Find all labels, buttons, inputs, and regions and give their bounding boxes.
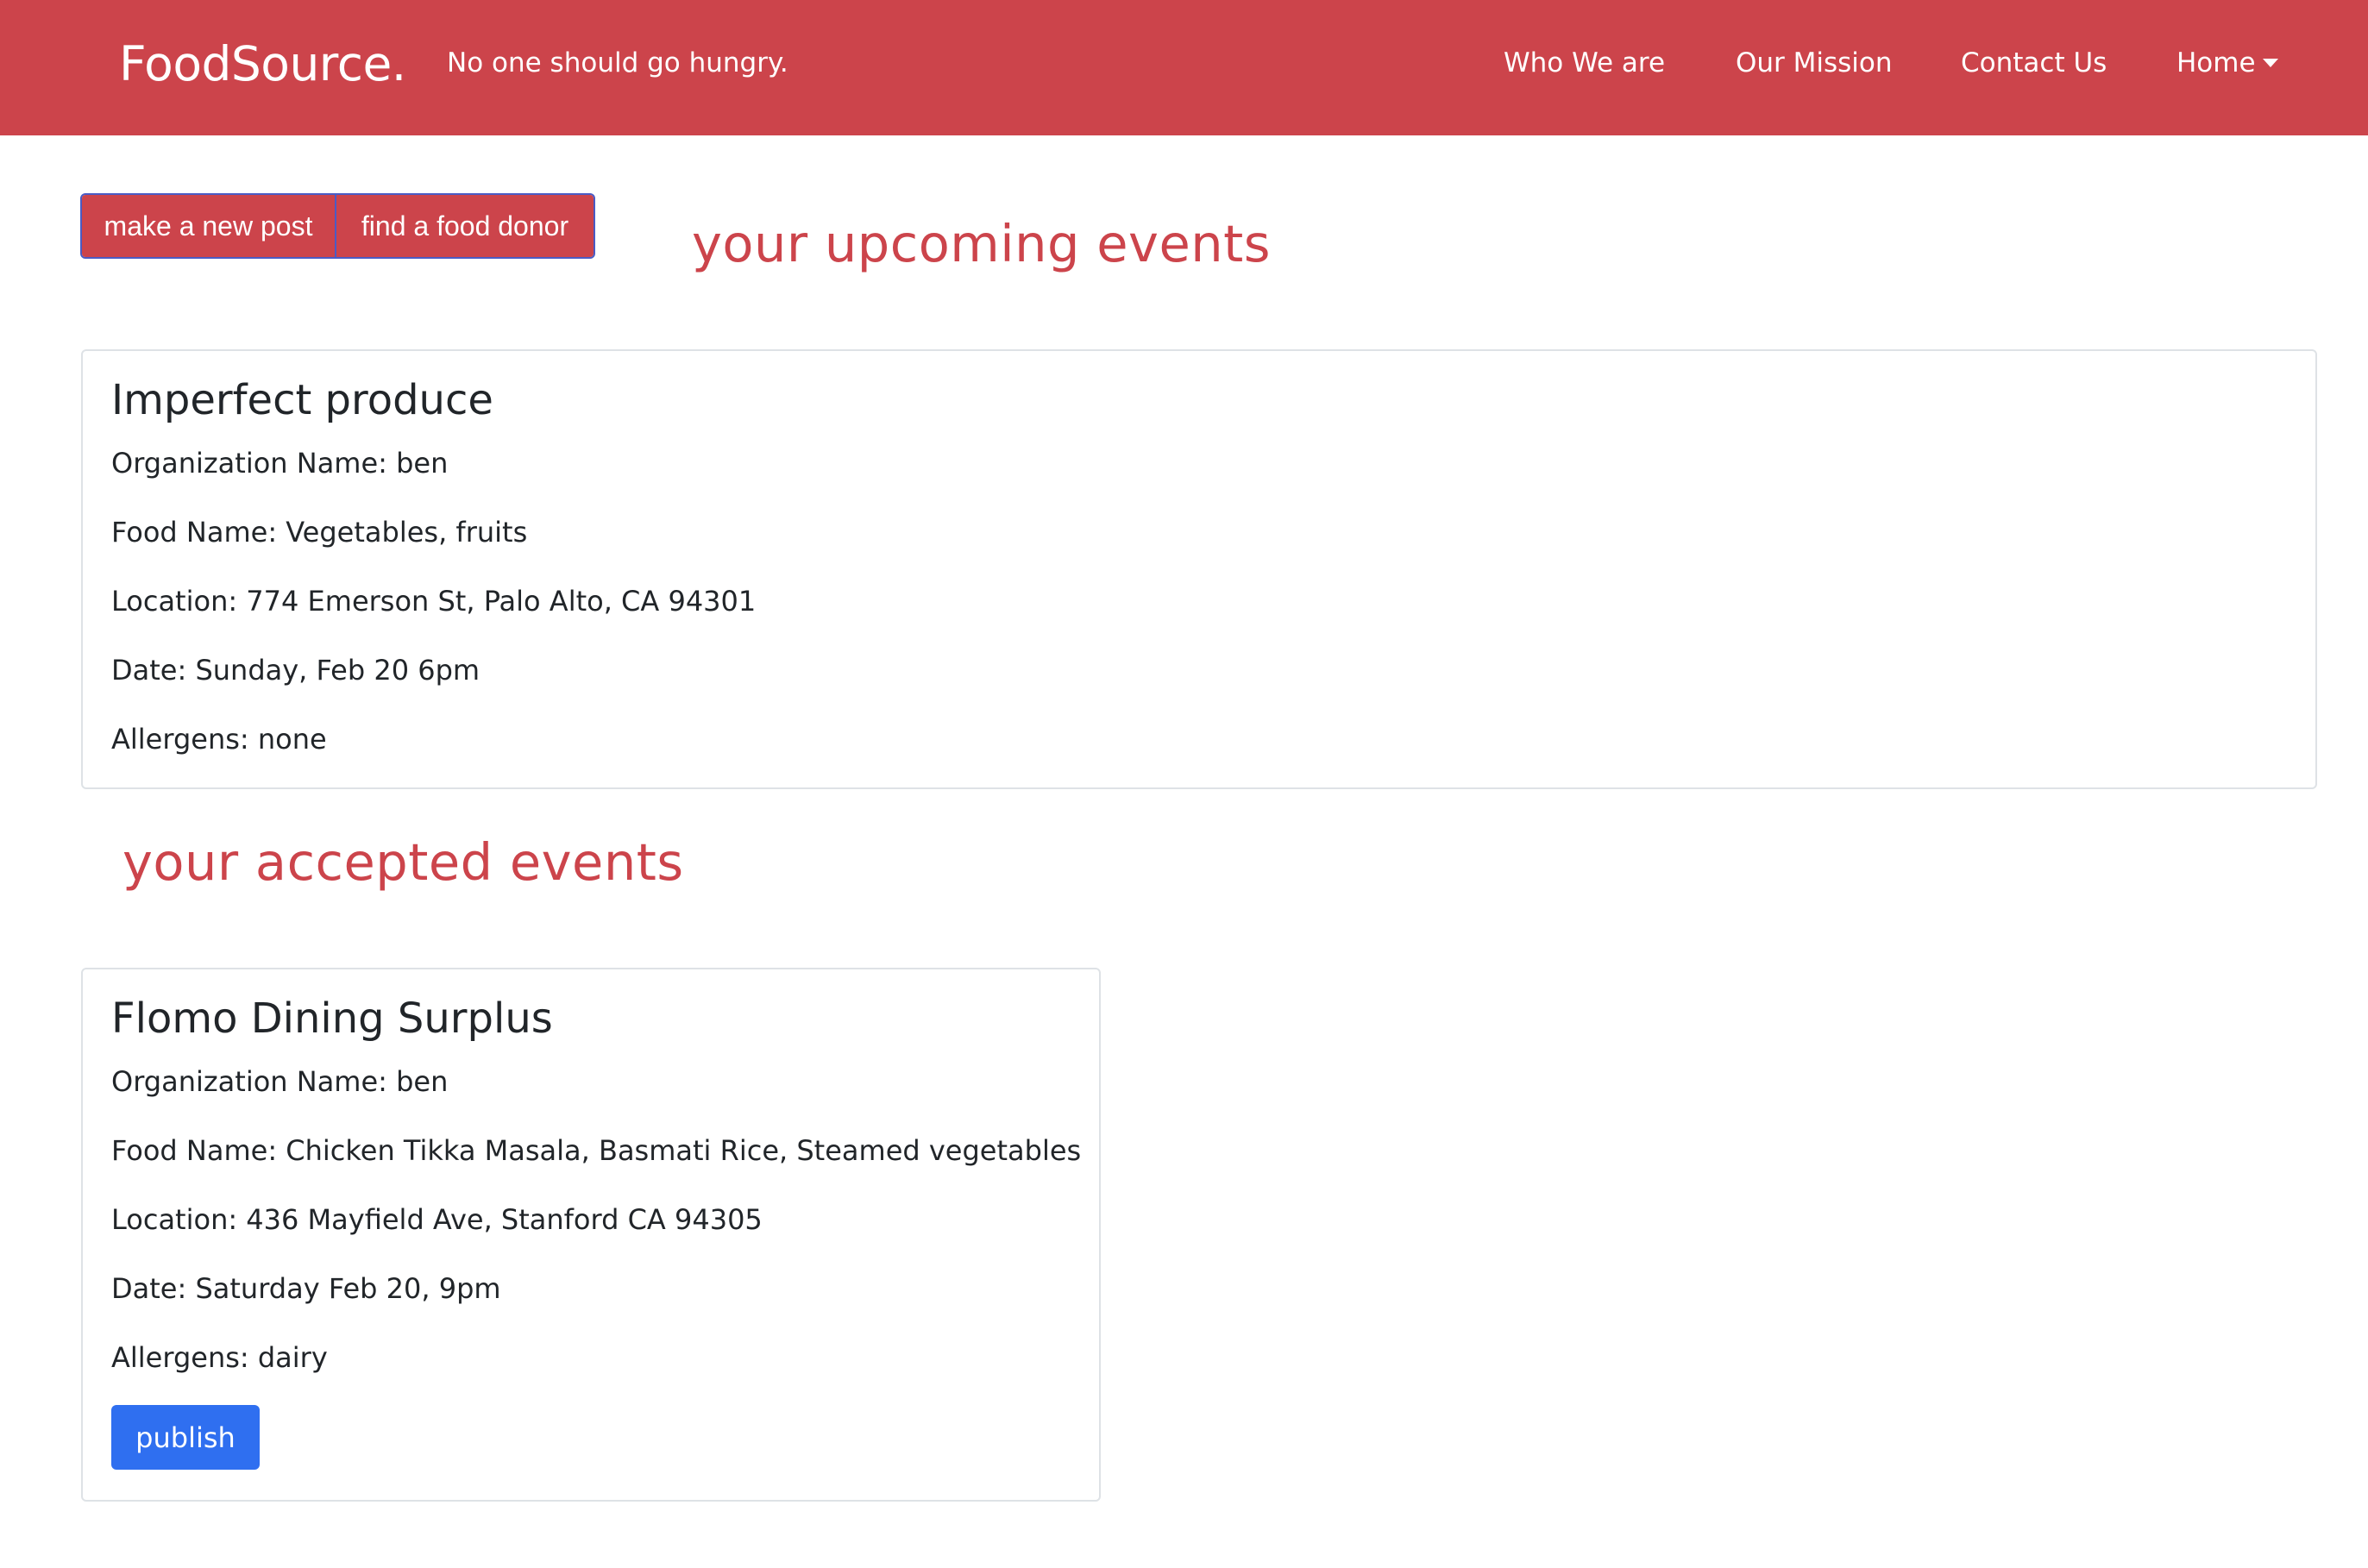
event-date: Date: Saturday Feb 20, 9pm [111,1272,501,1305]
nav-link-who-we-are[interactable]: Who We are [1504,46,1665,80]
upcoming-event-card: Imperfect produce Organization Name: ben… [81,349,2317,789]
event-allergens: Allergens: none [111,723,327,756]
caret-down-icon [2262,59,2278,67]
make-new-post-button[interactable]: make a new post [82,195,336,257]
publish-button[interactable]: publish [111,1405,260,1470]
event-date: Date: Sunday, Feb 20 6pm [111,654,481,687]
event-title: Flomo Dining Surplus [111,994,553,1043]
event-location: Location: 436 Mayfield Ave, Stanford CA … [111,1203,763,1236]
nav-dropdown-home-label: Home [2176,47,2256,78]
brand-logo[interactable]: FoodSource. [119,34,406,93]
event-organization: Organization Name: ben [111,1065,449,1098]
event-allergens: Allergens: dairy [111,1341,328,1374]
event-organization: Organization Name: ben [111,447,449,480]
action-button-group: make a new post find a food donor [80,193,595,259]
nav-link-contact-us[interactable]: Contact Us [1961,46,2107,80]
event-location: Location: 774 Emerson St, Palo Alto, CA … [111,585,757,618]
event-food-name: Food Name: Vegetables, fruits [111,516,528,549]
nav-dropdown-home[interactable]: Home [2176,46,2278,80]
brand-tagline: No one should go hungry. [447,47,788,78]
accepted-events-heading: your accepted events [122,832,684,892]
event-food-name: Food Name: Chicken Tikka Masala, Basmati… [111,1134,1082,1167]
nav-link-our-mission[interactable]: Our Mission [1736,46,1893,80]
find-food-donor-button[interactable]: find a food donor [336,195,594,257]
event-title: Imperfect produce [111,376,493,424]
top-navbar: FoodSource. No one should go hungry. Who… [0,0,2368,135]
accepted-event-card: Flomo Dining Surplus Organization Name: … [81,968,1101,1502]
upcoming-events-heading: your upcoming events [692,214,1272,273]
